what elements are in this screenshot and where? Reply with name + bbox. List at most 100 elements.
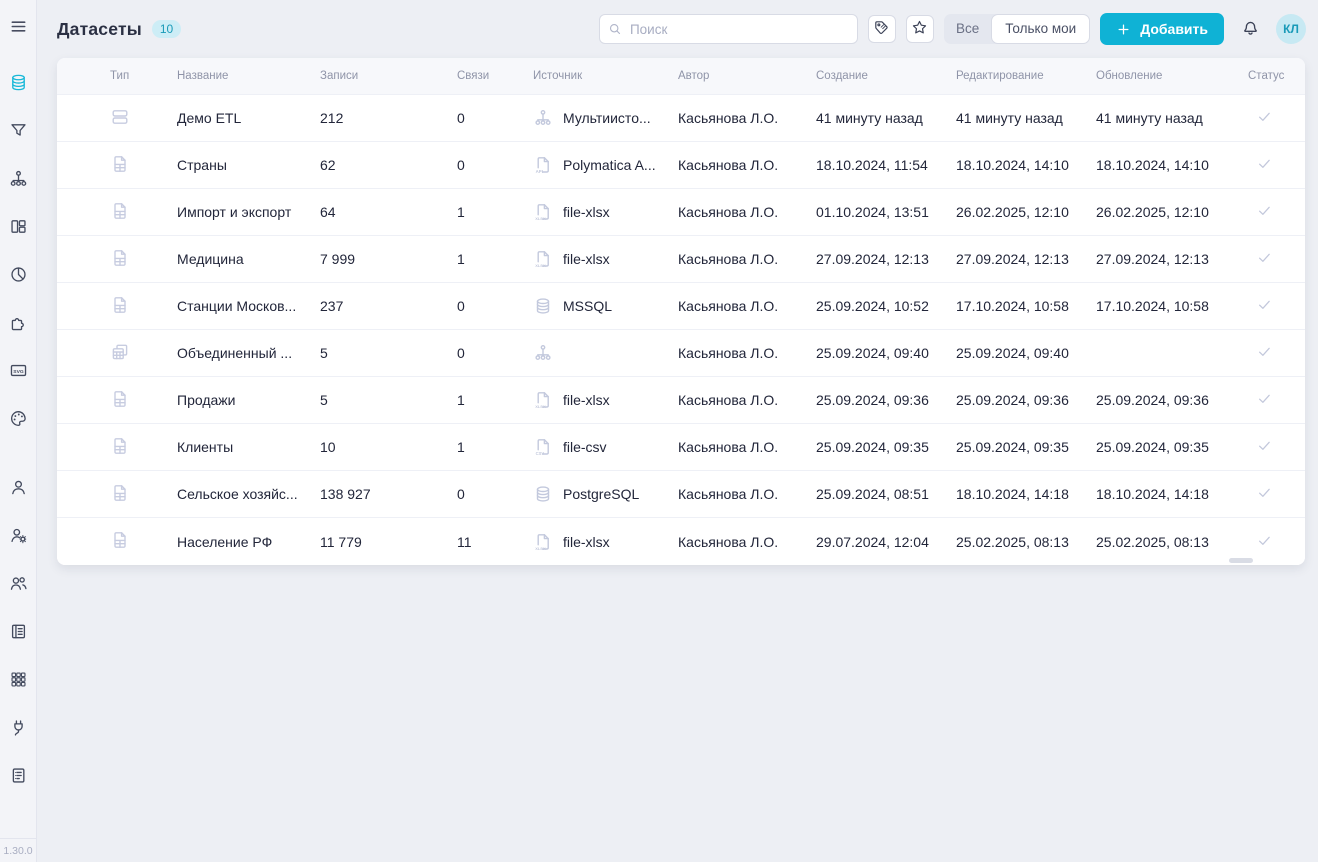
links-count: 1	[457, 392, 533, 408]
links-count: 0	[457, 486, 533, 502]
check-icon	[1256, 202, 1273, 219]
file-table-icon	[110, 154, 130, 174]
table-row[interactable]: Демо ETL 212 0 Мультиисто... Касьянова Л…	[57, 95, 1305, 142]
column-header-updated: Обновление	[1096, 70, 1248, 82]
table-row[interactable]: Страны 62 0 API Polymatica A... Касьянов…	[57, 142, 1305, 189]
sidebar-item-filters[interactable]	[0, 109, 37, 157]
links-count: 0	[457, 298, 533, 314]
connections-plug-icon	[9, 718, 28, 742]
sidebar-item-journal[interactable]	[0, 610, 37, 658]
created-at: 25.09.2024, 09:40	[816, 345, 956, 361]
svg-text:SVG: SVG	[13, 369, 24, 375]
table-row[interactable]: Продажи 5 1 XLSX file-xlsx Касьянова Л.О…	[57, 377, 1305, 424]
source-label: file-csv	[563, 439, 607, 455]
created-at: 18.10.2024, 11:54	[816, 157, 956, 173]
dataset-name: Объединенный ...	[177, 345, 320, 361]
palette-icon	[9, 409, 28, 433]
links-count: 0	[457, 345, 533, 361]
page-title: Датасеты	[57, 19, 142, 40]
sidebar-item-svg[interactable]: SVG	[0, 349, 37, 397]
table-row[interactable]: Население РФ 11 779 11 XLSX file-xlsx Ка…	[57, 518, 1305, 565]
table-row[interactable]: Станции Москов... 237 0 MSSQL Касьянова …	[57, 283, 1305, 330]
add-dataset-button[interactable]: Добавить	[1100, 13, 1224, 45]
db-source-icon	[533, 484, 553, 504]
edited-at: 18.10.2024, 14:18	[956, 486, 1096, 502]
sidebar-item-charts[interactable]	[0, 253, 37, 301]
source-label: file-xlsx	[563, 204, 610, 220]
author: Касьянова Л.О.	[678, 157, 816, 173]
created-at: 29.07.2024, 12:04	[816, 534, 956, 550]
column-header-status: Статус	[1248, 70, 1305, 82]
check-icon	[1256, 484, 1273, 501]
records-count: 62	[320, 157, 457, 173]
menu-button[interactable]	[0, 0, 37, 58]
edited-at: 18.10.2024, 14:10	[956, 157, 1096, 173]
tags-icon	[873, 19, 890, 39]
logs-notes-icon	[9, 766, 28, 790]
user-avatar[interactable]: КЛ	[1276, 14, 1306, 44]
horizontal-scrollbar-thumb[interactable]	[1229, 558, 1253, 563]
author: Касьянова Л.О.	[678, 392, 816, 408]
sidebar-item-logs[interactable]	[0, 754, 37, 802]
sidebar-item-palette[interactable]	[0, 397, 37, 445]
dataset-name: Импорт и экспорт	[177, 204, 320, 220]
svg-text:API: API	[536, 169, 543, 174]
tags-filter-button[interactable]	[868, 15, 896, 43]
table-header-row: Тип Название Записи Связи Источник Автор…	[57, 58, 1305, 95]
edited-at: 17.10.2024, 10:58	[956, 298, 1096, 314]
ownership-toggle: Все Только мои	[944, 14, 1090, 44]
check-icon	[1256, 343, 1273, 360]
etl-flow-icon	[9, 169, 28, 193]
sidebar-item-dashboards[interactable]	[0, 205, 37, 253]
source-label: Polymatica A...	[563, 157, 656, 173]
author: Касьянова Л.О.	[678, 251, 816, 267]
table-body: Демо ETL 212 0 Мультиисто... Касьянова Л…	[57, 95, 1305, 565]
sidebar-item-groups[interactable]	[0, 562, 37, 610]
sidebar-item-user-settings[interactable]	[0, 514, 37, 562]
file-table-icon	[110, 201, 130, 221]
favorites-filter-button[interactable]	[906, 15, 934, 43]
table-row[interactable]: Медицина 7 999 1 XLSX file-xlsx Касьянов…	[57, 236, 1305, 283]
sidebar-item-etl[interactable]	[0, 157, 37, 205]
table-row[interactable]: Импорт и экспорт 64 1 XLSX file-xlsx Кас…	[57, 189, 1305, 236]
column-header-name: Название	[177, 70, 320, 82]
svg-text:XLSX: XLSX	[535, 545, 546, 550]
records-count: 64	[320, 204, 457, 220]
column-header-author: Автор	[678, 70, 816, 82]
created-at: 01.10.2024, 13:51	[816, 204, 956, 220]
file-csv-icon: CSV	[533, 437, 553, 457]
records-count: 138 927	[320, 486, 457, 502]
filter-only-mine-option[interactable]: Только мои	[991, 14, 1090, 44]
table-row[interactable]: Клиенты 10 1 CSV file-csv Касьянова Л.О.…	[57, 424, 1305, 471]
created-at: 25.09.2024, 10:52	[816, 298, 956, 314]
file-table-icon	[110, 295, 130, 315]
sidebar-item-datasets[interactable]	[0, 61, 37, 109]
filter-all-option[interactable]: Все	[944, 14, 991, 44]
edited-at: 26.02.2025, 12:10	[956, 204, 1096, 220]
table-row[interactable]: Объединенный ... 5 0 Касьянова Л.О. 25.0…	[57, 330, 1305, 377]
dataset-name: Клиенты	[177, 439, 320, 455]
column-header-source: Источник	[533, 70, 678, 82]
search-input[interactable]	[599, 14, 858, 44]
file-xlsx-icon: XLSX	[533, 390, 553, 410]
links-count: 0	[457, 110, 533, 126]
dashboards-icon	[9, 217, 28, 241]
records-count: 5	[320, 345, 457, 361]
sidebar-item-profile[interactable]	[0, 466, 37, 514]
svg-text:XLSX: XLSX	[535, 404, 546, 409]
source-label: Мультиисто...	[563, 110, 651, 126]
file-table-icon	[110, 389, 130, 409]
sidebar-item-connections[interactable]	[0, 706, 37, 754]
plus-icon	[1116, 22, 1131, 37]
table-row[interactable]: Сельское хозяйс... 138 927 0 PostgreSQL …	[57, 471, 1305, 518]
datasets-count-badge: 10	[152, 20, 181, 38]
users-group-icon	[9, 574, 28, 598]
sidebar-item-modules[interactable]	[0, 658, 37, 706]
sidebar-item-plugins[interactable]	[0, 301, 37, 349]
check-icon	[1256, 437, 1273, 454]
records-count: 5	[320, 392, 457, 408]
notifications-button[interactable]	[1238, 17, 1262, 41]
edited-at: 25.02.2025, 08:13	[956, 534, 1096, 550]
top-bar: Датасеты 10 Все Только мои Добавить	[37, 0, 1318, 58]
dataset-name: Медицина	[177, 251, 320, 267]
